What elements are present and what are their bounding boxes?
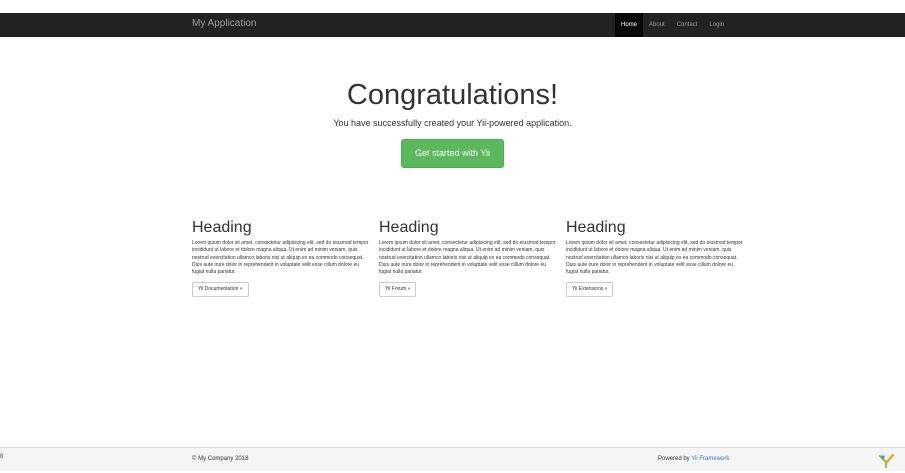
yii-forum-button[interactable]: Yii Forum » xyxy=(379,282,417,298)
yii-logo-icon xyxy=(878,453,896,469)
lead-text: You have successfully created your Yii-p… xyxy=(333,118,572,128)
content-column-1: Heading Lorem ipsum dolor sit amet, cons… xyxy=(192,219,372,298)
content-column-2: Heading Lorem ipsum dolor sit amet, cons… xyxy=(379,219,559,298)
nav-item-contact[interactable]: Contact xyxy=(671,13,704,37)
navbar: My Application Home About Contact Login xyxy=(0,13,905,37)
get-started-button[interactable]: Get started with Yii xyxy=(400,139,505,168)
column-heading: Heading xyxy=(566,219,626,236)
yii-framework-link[interactable]: Yii Framework xyxy=(691,456,729,462)
content-column-3: Heading Lorem ipsum dolor sit amet, cons… xyxy=(566,219,746,298)
column-heading: Heading xyxy=(379,219,439,236)
page-title: Congratulations! xyxy=(346,79,559,111)
footer-edge-text: 0 xyxy=(0,454,4,460)
jumbotron: Congratulations! You have successfully c… xyxy=(0,78,905,168)
column-heading: Heading xyxy=(192,219,252,236)
brand-link[interactable]: My Application xyxy=(192,18,256,29)
column-body: Lorem ipsum dolor sit amet, consectetur … xyxy=(566,240,743,276)
nav-item-login[interactable]: Login xyxy=(703,13,730,37)
copyright-text: © My Company 2018 xyxy=(192,456,249,462)
nav-item-home[interactable]: Home xyxy=(615,13,644,37)
footer: 0 © My Company 2018 Powered by Yii Frame… xyxy=(0,447,905,471)
yii-documentation-button[interactable]: Yii Documentation » xyxy=(192,282,249,298)
column-body: Lorem ipsum dolor sit amet, consectetur … xyxy=(379,240,556,276)
powered-by: Powered by Yii Framework xyxy=(658,456,729,462)
powered-by-prefix: Powered by xyxy=(658,456,692,462)
nav-item-about[interactable]: About xyxy=(643,13,671,37)
column-body: Lorem ipsum dolor sit amet, consectetur … xyxy=(192,240,369,276)
yii-extensions-button[interactable]: Yii Extensions » xyxy=(566,282,614,298)
nav-menu: Home About Contact Login xyxy=(615,13,730,37)
